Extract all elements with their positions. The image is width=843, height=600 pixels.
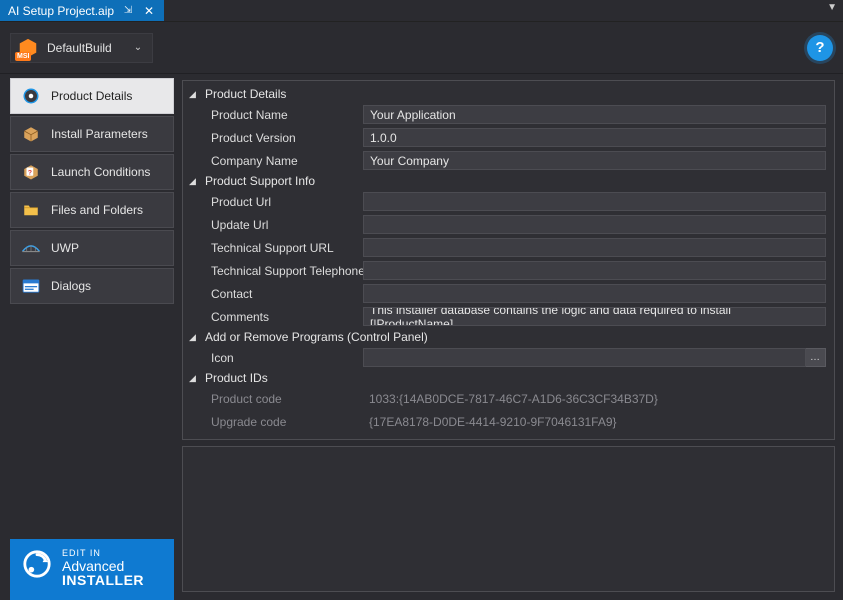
section-title: Product Details <box>205 87 286 101</box>
collapse-icon: ◢ <box>189 373 199 384</box>
comments-input[interactable]: This installer database contains the log… <box>363 307 826 326</box>
sidebar-item-install-parameters[interactable]: Install Parameters <box>10 116 174 152</box>
update-url-input[interactable] <box>363 215 826 234</box>
field-label: Technical Support URL <box>183 241 363 255</box>
product-url-input[interactable] <box>363 192 826 211</box>
sidebar-item-label: Files and Folders <box>51 203 143 217</box>
properties-panel: ◢ Product Details Product Name Your Appl… <box>182 80 835 440</box>
msi-hexagon-icon: MSI <box>17 37 39 59</box>
section-product-details[interactable]: ◢ Product Details <box>183 85 834 103</box>
sidebar-item-label: Install Parameters <box>51 127 148 141</box>
sidebar: Product Details Install Parameters ? Lau… <box>0 74 178 600</box>
toolbar: MSI DefaultBuild ⌄ ? <box>0 22 843 74</box>
sidebar-item-label: Dialogs <box>51 279 91 293</box>
field-label: Product Version <box>183 131 363 145</box>
sidebar-item-label: UWP <box>51 241 79 255</box>
section-product-ids[interactable]: ◢ Product IDs <box>183 369 834 387</box>
field-label: Product Url <box>183 195 363 209</box>
box-question-icon: ? <box>21 162 41 182</box>
close-icon[interactable]: ✕ <box>142 4 156 18</box>
collapse-icon: ◢ <box>189 176 199 187</box>
field-label: Contact <box>183 287 363 301</box>
output-panel <box>182 446 835 592</box>
field-label: Upgrade code <box>183 415 363 429</box>
browse-icon-button[interactable]: … <box>806 348 826 367</box>
field-label: Technical Support Telephone <box>183 264 363 278</box>
build-config-dropdown[interactable]: MSI DefaultBuild ⌄ <box>10 33 153 63</box>
product-code-value: 1033:{14AB0DCE-7817-46C7-A1D6-36C3CF34B3… <box>363 389 826 408</box>
sidebar-item-launch-conditions[interactable]: ? Launch Conditions <box>10 154 174 190</box>
folder-icon <box>21 200 41 220</box>
field-label: Company Name <box>183 154 363 168</box>
field-label: Product Name <box>183 108 363 122</box>
ellipsis-icon: … <box>810 352 821 363</box>
chevron-down-icon: ⌄ <box>134 42 142 53</box>
help-button[interactable]: ? <box>807 35 833 61</box>
advanced-installer-logo-icon <box>22 549 52 579</box>
sidebar-item-files-folders[interactable]: Files and Folders <box>10 192 174 228</box>
company-name-input[interactable]: Your Company <box>363 151 826 170</box>
field-label: Product code <box>183 392 363 406</box>
field-label: Comments <box>183 310 363 324</box>
field-label: Update Url <box>183 218 363 232</box>
collapse-icon: ◢ <box>189 332 199 343</box>
document-tab-title: AI Setup Project.aip <box>8 4 114 18</box>
product-name-input[interactable]: Your Application <box>363 105 826 124</box>
pin-icon[interactable]: ⇲ <box>122 5 134 16</box>
section-title: Product Support Info <box>205 174 315 188</box>
bridge-icon <box>21 238 41 258</box>
main-area: ◢ Product Details Product Name Your Appl… <box>178 74 843 600</box>
branding-banner[interactable]: EDIT IN Advanced INSTALLER <box>10 539 174 600</box>
document-tab[interactable]: AI Setup Project.aip ⇲ ✕ <box>0 0 164 21</box>
tech-support-url-input[interactable] <box>363 238 826 257</box>
section-title: Product IDs <box>205 371 268 385</box>
box-icon <box>21 124 41 144</box>
tab-overflow-icon[interactable]: ▼ <box>827 2 837 13</box>
section-title: Add or Remove Programs (Control Panel) <box>205 330 428 344</box>
svg-text:?: ? <box>28 169 32 176</box>
section-support-info[interactable]: ◢ Product Support Info <box>183 172 834 190</box>
sidebar-item-label: Product Details <box>51 89 132 103</box>
branding-line2: INSTALLER <box>62 573 144 588</box>
branding-line1: Advanced <box>62 559 144 574</box>
field-label: Icon <box>183 351 363 365</box>
window-icon <box>21 276 41 296</box>
collapse-icon: ◢ <box>189 89 199 100</box>
disc-icon <box>21 86 41 106</box>
icon-path-input[interactable] <box>363 348 806 367</box>
sidebar-item-uwp[interactable]: UWP <box>10 230 174 266</box>
section-arp[interactable]: ◢ Add or Remove Programs (Control Panel) <box>183 328 834 346</box>
tech-support-phone-input[interactable] <box>363 261 826 280</box>
product-version-input[interactable]: 1.0.0 <box>363 128 826 147</box>
build-config-label: DefaultBuild <box>47 41 112 55</box>
contact-input[interactable] <box>363 284 826 303</box>
upgrade-code-value: {17EA8178-D0DE-4414-9210-9F7046131FA9} <box>363 412 826 431</box>
document-tabbar: AI Setup Project.aip ⇲ ✕ ▼ <box>0 0 843 22</box>
sidebar-item-product-details[interactable]: Product Details <box>10 78 174 114</box>
sidebar-item-label: Launch Conditions <box>51 165 150 179</box>
sidebar-item-dialogs[interactable]: Dialogs <box>10 268 174 304</box>
